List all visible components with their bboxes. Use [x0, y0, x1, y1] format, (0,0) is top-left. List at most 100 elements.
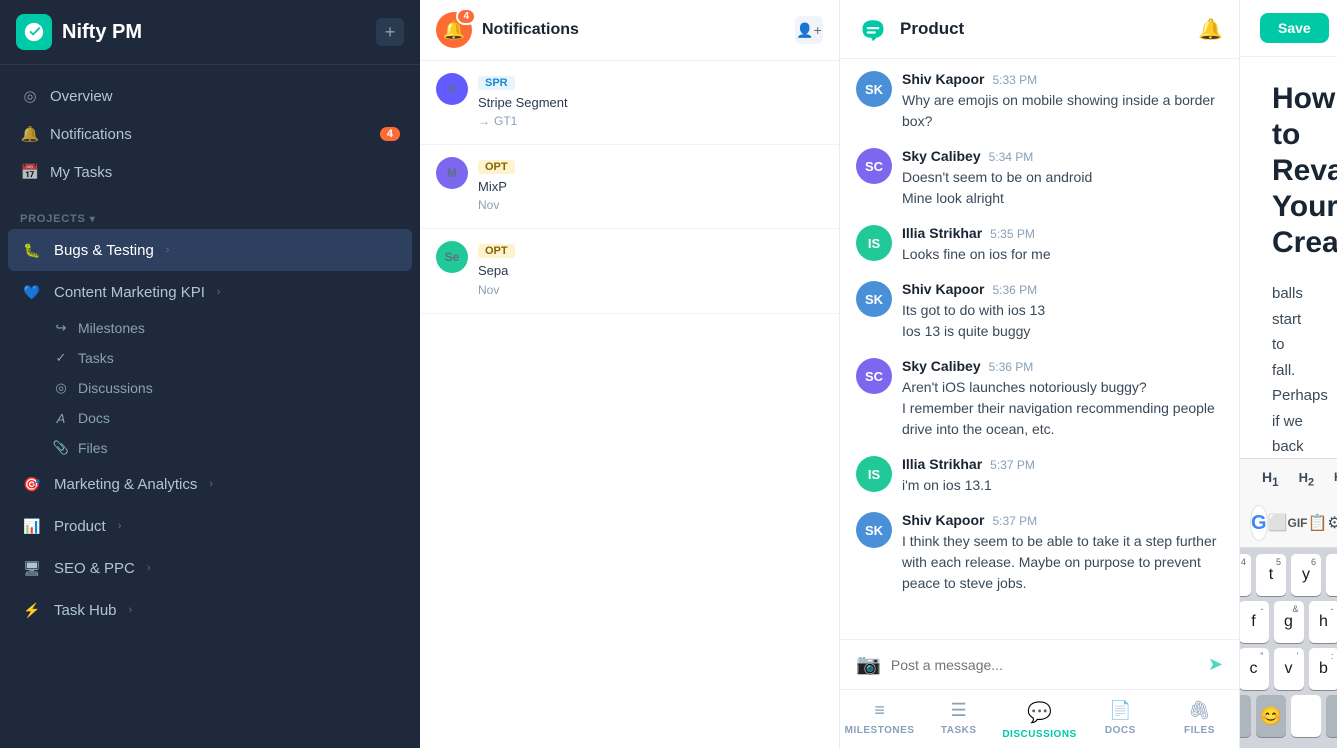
- google-icon[interactable]: G: [1250, 505, 1268, 541]
- key-y[interactable]: 6y: [1291, 554, 1321, 596]
- sidebar-item-overview[interactable]: ◎ Overview: [8, 77, 412, 115]
- chat-avatar-shiv-4: SK: [856, 281, 892, 317]
- content-marketing-icon: 💙: [20, 280, 44, 304]
- sidebar-item-docs[interactable]: A Docs: [40, 403, 412, 433]
- chat-sender-3: Illia Strikhar: [902, 225, 982, 241]
- chat-message-input[interactable]: [891, 657, 1198, 673]
- chat-text-2b: Mine look alright: [902, 188, 1223, 209]
- sidebar: Nifty PM + ◎ Overview 🔔 Notifications 4 …: [0, 0, 420, 748]
- chat-text-4a: Its got to do with ios 13: [902, 300, 1223, 321]
- sidebar-item-milestones[interactable]: ↪ Milestones: [40, 313, 412, 343]
- key-comma[interactable]: ,: [1240, 695, 1251, 737]
- notif-item-sepa[interactable]: Se OPT Sepa Nov: [420, 229, 839, 313]
- chat-text-5a: Aren't iOS launches notoriously buggy?: [902, 377, 1223, 398]
- notifications-list: S SPR Stripe Segment → GT1 M OPT MixP No…: [420, 61, 839, 748]
- chat-message-2: SC Sky Calibey 5:34 PM Doesn't seem to b…: [856, 148, 1223, 209]
- sidebar-project-seo[interactable]: 🖥 SEO & PPC ›: [8, 547, 412, 589]
- task-hub-icon: ⚡: [20, 598, 44, 622]
- settings-icon[interactable]: ⚙: [1327, 505, 1337, 541]
- chat-tab-docs[interactable]: 📄 DOCS: [1081, 690, 1160, 748]
- notif-item-stripe[interactable]: S SPR Stripe Segment → GT1: [420, 61, 839, 145]
- chat-sender-2: Sky Calibey: [902, 148, 981, 164]
- files-label: Files: [78, 440, 108, 456]
- chat-msg-body-6: Illia Strikhar 5:37 PM i'm on ios 13.1: [902, 456, 1223, 496]
- clipboard-icon[interactable]: 📋: [1307, 505, 1327, 541]
- chat-tab-files[interactable]: 🖇 FILES: [1160, 690, 1239, 748]
- chat-message-5: SC Sky Calibey 5:36 PM Aren't iOS launch…: [856, 358, 1223, 440]
- chat-time-1: 5:33 PM: [992, 73, 1037, 87]
- chat-bell-button[interactable]: 🔔: [1198, 17, 1223, 42]
- notif-item-mixp[interactable]: M OPT MixP Nov: [420, 145, 839, 229]
- sidebar-project-bugs[interactable]: 🐛 Bugs & Testing ›: [8, 229, 412, 271]
- chat-tab-milestones[interactable]: ≡ MILESTONES: [840, 690, 919, 748]
- notifications-header: 🔔 4 Notifications 👤+: [420, 0, 839, 61]
- files-tab-icon: 🖇: [1188, 700, 1211, 721]
- gif-button[interactable]: GIF: [1287, 505, 1307, 541]
- on-screen-keyboard: 1q 2w 3e 4r 5t 6y 7u 8i 9o 0p @a #s $d -…: [1240, 548, 1337, 748]
- chat-tab-discussions[interactable]: 💬 DISCUSSIONS: [998, 690, 1080, 748]
- key-u[interactable]: 7u: [1326, 554, 1337, 596]
- notif-content-sepa: OPT Sepa Nov: [478, 241, 823, 296]
- chat-avatar-shiv-1: SK: [856, 71, 892, 107]
- sidebar-nav: ◎ Overview 🔔 Notifications 4 📅 My Tasks: [0, 65, 420, 203]
- marketing-arrow: ›: [209, 478, 213, 490]
- heading1-button[interactable]: H1: [1256, 467, 1285, 491]
- camera-icon[interactable]: 📷: [856, 652, 881, 677]
- chat-message-1: SK Shiv Kapoor 5:33 PM Why are emojis on…: [856, 71, 1223, 132]
- tasks-label: Tasks: [78, 350, 114, 366]
- notif-content-stripe: SPR Stripe Segment → GT1: [478, 73, 823, 128]
- keyboard-top-row: G ⬜ GIF 📋 ⚙ ··· 🎤: [1240, 499, 1337, 548]
- key-h[interactable]: -h: [1309, 601, 1337, 643]
- sidebar-item-tasks[interactable]: ✓ Tasks: [40, 343, 412, 373]
- key-g[interactable]: &g: [1274, 601, 1304, 643]
- content-marketing-subitems: ↪ Milestones ✓ Tasks ◎ Discussions A Doc…: [8, 313, 412, 463]
- notifications-label: Notifications: [50, 126, 132, 143]
- milestones-tab-icon: ≡: [874, 700, 885, 721]
- docs-tab-icon: 📄: [1109, 700, 1131, 721]
- docs-icon: A: [52, 411, 70, 426]
- sidebar-item-files[interactable]: 📎 Files: [40, 433, 412, 463]
- sidebar-item-discussions[interactable]: ◎ Discussions: [40, 373, 412, 403]
- chat-tab-tasks[interactable]: ☰ TASKS: [919, 690, 998, 748]
- key-t[interactable]: 5t: [1256, 554, 1286, 596]
- notif-avatar-stripe: S: [436, 73, 468, 105]
- sidebar-item-my-tasks[interactable]: 📅 My Tasks: [8, 153, 412, 191]
- key-period[interactable]: .: [1326, 695, 1337, 737]
- add-project-button[interactable]: +: [376, 18, 404, 46]
- sidebar-project-product[interactable]: 📊 Product ›: [8, 505, 412, 547]
- heading3-button[interactable]: H3: [1328, 468, 1337, 489]
- add-user-button[interactable]: 👤+: [795, 16, 823, 44]
- bell-icon: 🔔: [20, 124, 40, 144]
- key-f[interactable]: -f: [1240, 601, 1269, 643]
- product-label: Product: [54, 518, 106, 535]
- key-r[interactable]: 4r: [1240, 554, 1251, 596]
- chat-time-2: 5:34 PM: [989, 150, 1034, 164]
- chat-panel: Product 🔔 SK Shiv Kapoor 5:33 PM Why are…: [840, 0, 1240, 748]
- chat-time-6: 5:37 PM: [990, 458, 1035, 472]
- heading2-button[interactable]: H2: [1293, 468, 1320, 491]
- save-button[interactable]: Save: [1260, 13, 1329, 43]
- chat-messages-list: SK Shiv Kapoor 5:33 PM Why are emojis on…: [840, 59, 1239, 639]
- chat-send-button[interactable]: ➤: [1208, 654, 1223, 675]
- sidebar-header: Nifty PM +: [0, 0, 420, 65]
- notif-content-mixp: OPT MixP Nov: [478, 157, 823, 212]
- sidebar-item-notifications[interactable]: 🔔 Notifications 4: [8, 115, 412, 153]
- sidebar-project-task-hub[interactable]: ⚡ Task Hub ›: [8, 589, 412, 631]
- files-tab-label: FILES: [1184, 725, 1215, 736]
- compass-icon: ◎: [20, 86, 40, 106]
- bugs-project-icon: 🐛: [20, 238, 44, 262]
- chat-message-7: SK Shiv Kapoor 5:37 PM I think they seem…: [856, 512, 1223, 594]
- key-b[interactable]: :b: [1309, 648, 1337, 690]
- chat-message-4: SK Shiv Kapoor 5:36 PM Its got to do wit…: [856, 281, 1223, 342]
- key-c[interactable]: "c: [1240, 648, 1269, 690]
- chat-header-logo: [856, 12, 890, 46]
- notif-meta-stripe: → GT1: [478, 114, 823, 128]
- key-space[interactable]: [1291, 695, 1321, 737]
- keyboard-icon-sticker[interactable]: ⬜: [1268, 505, 1288, 541]
- chat-time-5: 5:36 PM: [989, 360, 1034, 374]
- key-v[interactable]: 'v: [1274, 648, 1304, 690]
- sidebar-project-marketing[interactable]: 🎯 Marketing & Analytics ›: [8, 463, 412, 505]
- key-emoji[interactable]: 😊: [1256, 695, 1286, 737]
- sidebar-project-content-marketing[interactable]: 💙 Content Marketing KPI ›: [8, 271, 412, 313]
- notif-type-badge-sepa: OPT: [478, 244, 515, 258]
